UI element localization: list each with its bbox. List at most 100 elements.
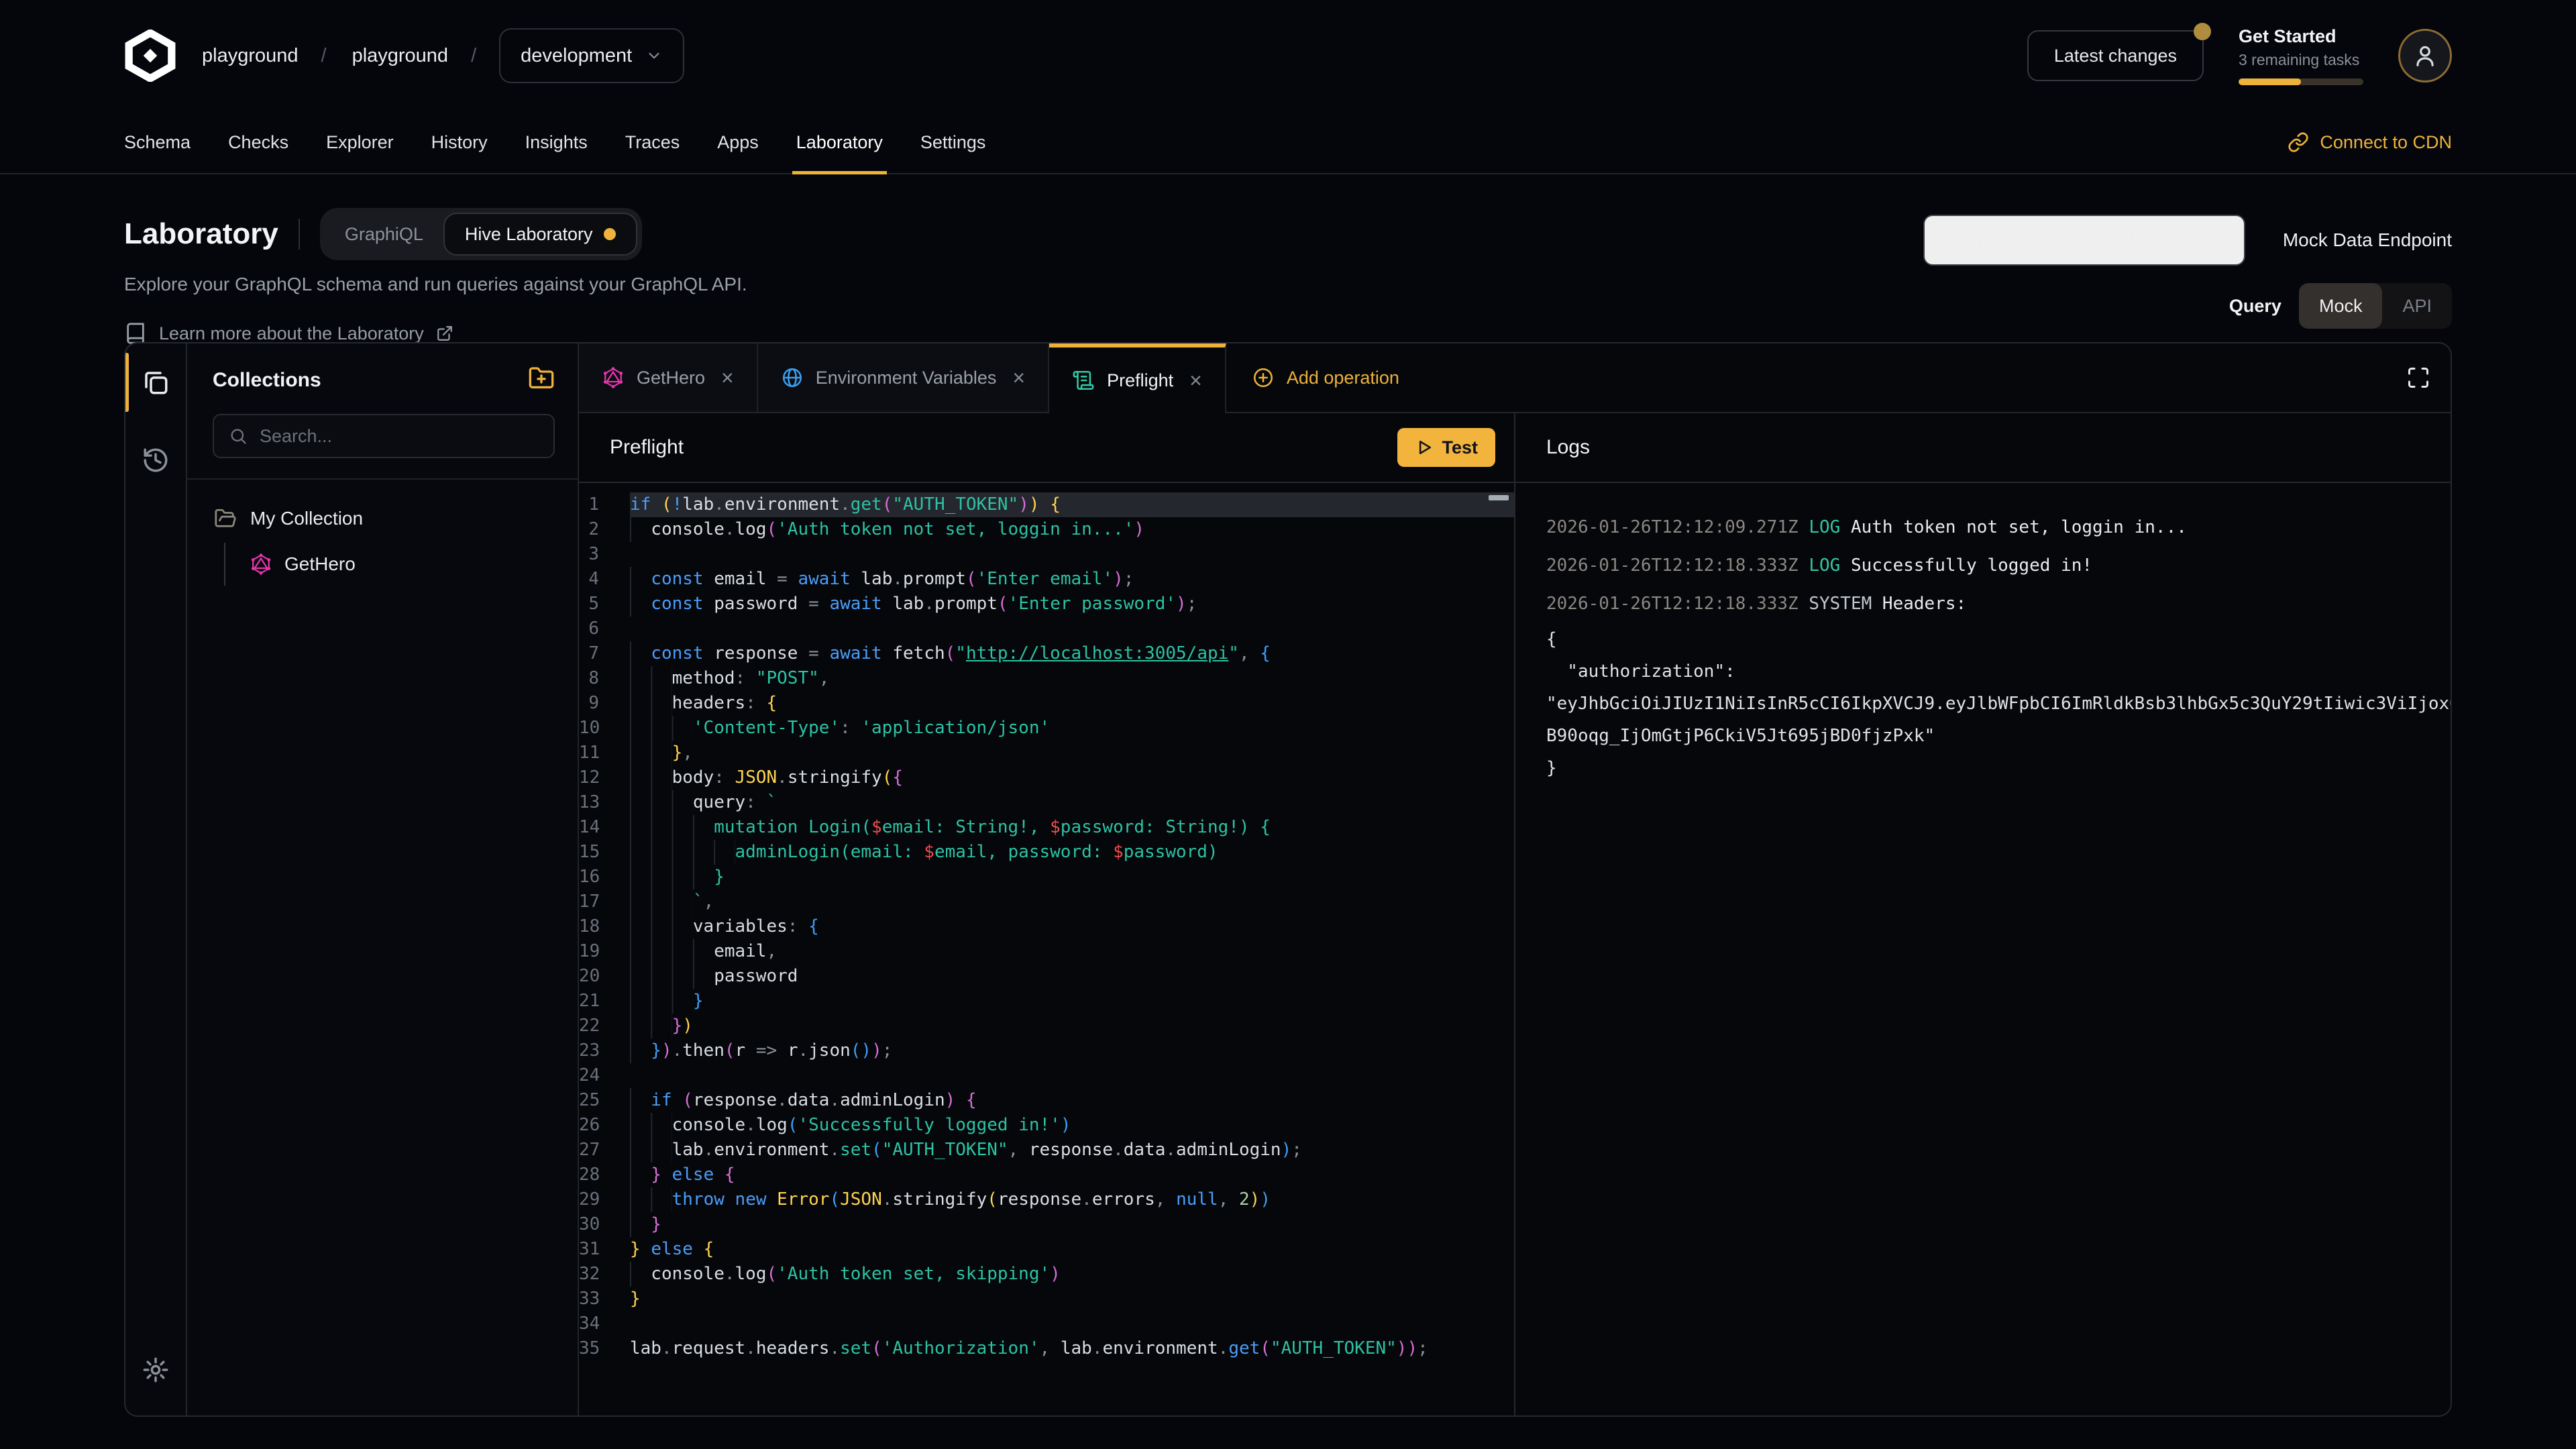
segment-api[interactable]: API bbox=[2382, 283, 2452, 329]
line-content[interactable]: console.log('Auth token set, skipping') bbox=[630, 1262, 1514, 1287]
tab-environment-variables[interactable]: Environment Variables × bbox=[758, 343, 1049, 413]
line-content[interactable]: lab.request.headers.set('Authorization',… bbox=[630, 1336, 1514, 1361]
target-selector[interactable]: development bbox=[499, 28, 684, 83]
code-line-5[interactable]: 5 const password = await lab.prompt('Ent… bbox=[579, 592, 1514, 616]
line-content[interactable]: query: ` bbox=[630, 790, 1514, 815]
mock-data-endpoint-button[interactable]: Mock Data Endpoint bbox=[2283, 229, 2452, 251]
code-line-4[interactable]: 4 const email = await lab.prompt('Enter … bbox=[579, 567, 1514, 592]
code-line-7[interactable]: 7 const response = await fetch("http://l… bbox=[579, 641, 1514, 666]
line-content[interactable]: if (response.data.adminLogin) { bbox=[630, 1088, 1514, 1113]
nav-item-traces[interactable]: Traces bbox=[606, 111, 699, 173]
breadcrumb-project[interactable]: playground bbox=[352, 45, 449, 67]
line-content[interactable]: const email = await lab.prompt('Enter em… bbox=[630, 567, 1514, 592]
code-line-25[interactable]: 25 if (response.data.adminLogin) { bbox=[579, 1088, 1514, 1113]
code-line-12[interactable]: 12 body: JSON.stringify({ bbox=[579, 765, 1514, 790]
line-content[interactable]: lab.environment.set("AUTH_TOKEN", respon… bbox=[630, 1138, 1514, 1163]
add-collection-button[interactable] bbox=[528, 365, 555, 395]
connect-to-cdn-link[interactable]: Connect to CDN bbox=[2288, 111, 2471, 173]
line-content[interactable]: const response = await fetch("http://loc… bbox=[630, 641, 1514, 666]
code-line-21[interactable]: 21 } bbox=[579, 989, 1514, 1014]
search-input[interactable] bbox=[260, 426, 539, 447]
latest-changes-button[interactable]: Latest changes bbox=[2027, 30, 2204, 81]
code-editor[interactable]: 1if (!lab.environment.get("AUTH_TOKEN"))… bbox=[579, 483, 1514, 1415]
line-content[interactable] bbox=[630, 616, 1514, 641]
user-menu-button[interactable] bbox=[2398, 29, 2452, 83]
nav-item-checks[interactable]: Checks bbox=[209, 111, 307, 173]
code-line-9[interactable]: 9 headers: { bbox=[579, 691, 1514, 716]
line-content[interactable]: throw new Error(JSON.stringify(response.… bbox=[630, 1187, 1514, 1212]
code-line-17[interactable]: 17 `, bbox=[579, 890, 1514, 914]
line-content[interactable]: }, bbox=[630, 741, 1514, 765]
close-icon[interactable]: × bbox=[1189, 368, 1202, 393]
code-line-18[interactable]: 18 variables: { bbox=[579, 914, 1514, 939]
close-icon[interactable]: × bbox=[721, 366, 734, 390]
code-line-19[interactable]: 19 email, bbox=[579, 939, 1514, 964]
code-line-15[interactable]: 15 adminLogin(email: $email, password: $… bbox=[579, 840, 1514, 865]
add-operation-button[interactable]: Add operation bbox=[1226, 343, 1425, 413]
nav-item-laboratory[interactable]: Laboratory bbox=[777, 111, 902, 173]
nav-item-explorer[interactable]: Explorer bbox=[307, 111, 413, 173]
history-strip-button[interactable] bbox=[125, 421, 186, 499]
code-line-6[interactable]: 6 bbox=[579, 616, 1514, 641]
code-line-2[interactable]: 2 console.log('Auth token not set, loggi… bbox=[579, 517, 1514, 542]
tab-preflight[interactable]: Preflight × bbox=[1049, 343, 1226, 413]
line-content[interactable]: if (!lab.environment.get("AUTH_TOKEN")) … bbox=[630, 492, 1514, 517]
hive-logo-icon[interactable] bbox=[124, 30, 176, 82]
mode-option-hive-laboratory[interactable]: Hive Laboratory bbox=[443, 213, 637, 256]
code-line-8[interactable]: 8 method: "POST", bbox=[579, 666, 1514, 691]
line-content[interactable]: const password = await lab.prompt('Enter… bbox=[630, 592, 1514, 616]
line-content[interactable]: }).then(r => r.json()); bbox=[630, 1038, 1514, 1063]
code-line-31[interactable]: 31} else { bbox=[579, 1237, 1514, 1262]
breadcrumb-org[interactable]: playground bbox=[202, 45, 299, 67]
operation-item-gethero[interactable]: GetHero bbox=[250, 543, 578, 586]
line-content[interactable] bbox=[630, 1311, 1514, 1336]
code-line-26[interactable]: 26 console.log('Successfully logged in!'… bbox=[579, 1113, 1514, 1138]
tab-gethero[interactable]: GetHero × bbox=[579, 343, 758, 413]
code-line-1[interactable]: 1if (!lab.environment.get("AUTH_TOKEN"))… bbox=[579, 492, 1514, 517]
settings-strip-button[interactable] bbox=[125, 1331, 186, 1409]
line-content[interactable]: } else { bbox=[630, 1163, 1514, 1187]
line-content[interactable]: `, bbox=[630, 890, 1514, 914]
nav-item-insights[interactable]: Insights bbox=[506, 111, 606, 173]
code-line-32[interactable]: 32 console.log('Auth token set, skipping… bbox=[579, 1262, 1514, 1287]
line-content[interactable]: method: "POST", bbox=[630, 666, 1514, 691]
code-line-23[interactable]: 23 }).then(r => r.json()); bbox=[579, 1038, 1514, 1063]
code-line-34[interactable]: 34 bbox=[579, 1311, 1514, 1336]
test-button[interactable]: Test bbox=[1397, 428, 1495, 467]
code-line-30[interactable]: 30 } bbox=[579, 1212, 1514, 1237]
learn-more-link[interactable]: Learn more about the Laboratory bbox=[124, 322, 747, 345]
code-line-16[interactable]: 16 } bbox=[579, 865, 1514, 890]
scrollbar-marker[interactable] bbox=[1489, 495, 1509, 500]
line-content[interactable] bbox=[630, 542, 1514, 567]
mode-option-graphiql[interactable]: GraphiQL bbox=[325, 213, 443, 256]
code-line-24[interactable]: 24 bbox=[579, 1063, 1514, 1088]
line-content[interactable]: } bbox=[630, 865, 1514, 890]
line-content[interactable]: } bbox=[630, 1212, 1514, 1237]
code-line-28[interactable]: 28 } else { bbox=[579, 1163, 1514, 1187]
connect-graphql-endpoint-button[interactable]: Connect GraphQL API Endpoint bbox=[1923, 215, 2245, 266]
code-line-13[interactable]: 13 query: ` bbox=[579, 790, 1514, 815]
get-started-widget[interactable]: Get Started 3 remaining tasks bbox=[2239, 26, 2363, 85]
code-line-33[interactable]: 33} bbox=[579, 1287, 1514, 1311]
line-content[interactable]: adminLogin(email: $email, password: $pas… bbox=[630, 840, 1514, 865]
code-line-14[interactable]: 14 mutation Login($email: String!, $pass… bbox=[579, 815, 1514, 840]
line-content[interactable]: } else { bbox=[630, 1237, 1514, 1262]
line-content[interactable]: }) bbox=[630, 1014, 1514, 1038]
line-content[interactable]: 'Content-Type': 'application/json' bbox=[630, 716, 1514, 741]
segment-mock[interactable]: Mock bbox=[2299, 283, 2383, 329]
code-line-29[interactable]: 29 throw new Error(JSON.stringify(respon… bbox=[579, 1187, 1514, 1212]
line-content[interactable]: password bbox=[630, 964, 1514, 989]
nav-item-schema[interactable]: Schema bbox=[105, 111, 209, 173]
collection-folder-my-collection[interactable]: My Collection bbox=[214, 500, 578, 537]
line-content[interactable]: console.log('Auth token not set, loggin … bbox=[630, 517, 1514, 542]
code-line-10[interactable]: 10 'Content-Type': 'application/json' bbox=[579, 716, 1514, 741]
line-content[interactable]: console.log('Successfully logged in!') bbox=[630, 1113, 1514, 1138]
close-icon[interactable]: × bbox=[1012, 366, 1025, 390]
code-line-27[interactable]: 27 lab.environment.set("AUTH_TOKEN", res… bbox=[579, 1138, 1514, 1163]
code-line-20[interactable]: 20 password bbox=[579, 964, 1514, 989]
nav-item-settings[interactable]: Settings bbox=[902, 111, 1005, 173]
code-line-22[interactable]: 22 }) bbox=[579, 1014, 1514, 1038]
line-content[interactable]: } bbox=[630, 1287, 1514, 1311]
line-content[interactable]: email, bbox=[630, 939, 1514, 964]
code-line-11[interactable]: 11 }, bbox=[579, 741, 1514, 765]
